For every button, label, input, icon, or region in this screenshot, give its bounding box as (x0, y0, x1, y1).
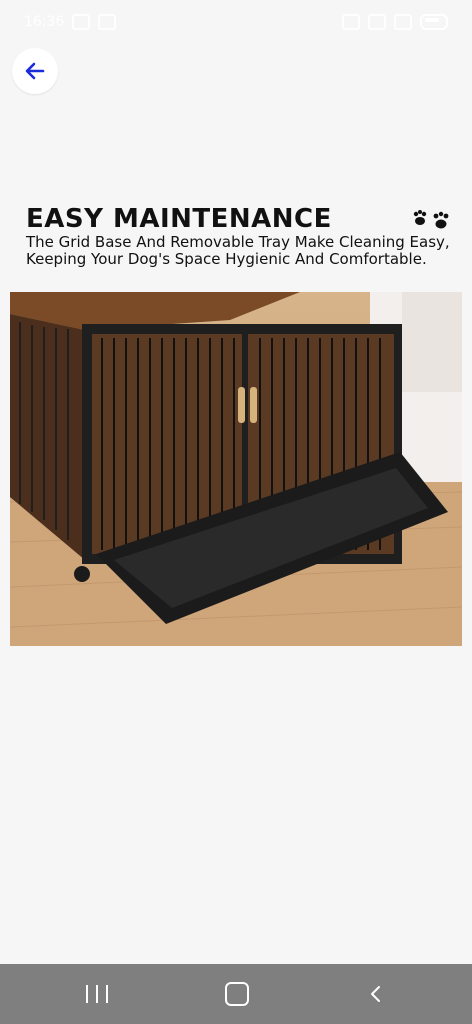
back-button[interactable] (12, 48, 58, 94)
product-banner: EASY MAINTENANCE The Grid Base And Remov… (10, 196, 462, 292)
status-bar: 16:36 (0, 0, 472, 44)
system-nav-bar (0, 964, 472, 1024)
status-right (342, 14, 448, 30)
paw-prints-icon (413, 210, 449, 229)
status-notification-icon (98, 14, 117, 30)
status-time: 16:36 (24, 14, 65, 30)
product-photo (10, 292, 462, 646)
nav-back-icon (371, 986, 380, 1002)
back-arrow-icon (25, 62, 45, 80)
home-icon (225, 982, 249, 1006)
signal-icon (394, 14, 412, 30)
mute-icon (342, 14, 360, 30)
recent-apps-icon[interactable] (86, 985, 108, 1003)
home-button[interactable] (225, 982, 249, 1006)
banner-subtitle: The Grid Base And Removable Tray Make Cl… (26, 233, 450, 268)
dog-crate-image (10, 292, 462, 646)
wifi-icon (368, 14, 386, 30)
nav-back-button[interactable] (366, 984, 386, 1004)
status-left: 16:36 (24, 14, 117, 30)
banner-title: EASY MAINTENANCE (26, 204, 332, 234)
battery-icon (420, 14, 448, 30)
status-instagram-icon (72, 14, 91, 30)
